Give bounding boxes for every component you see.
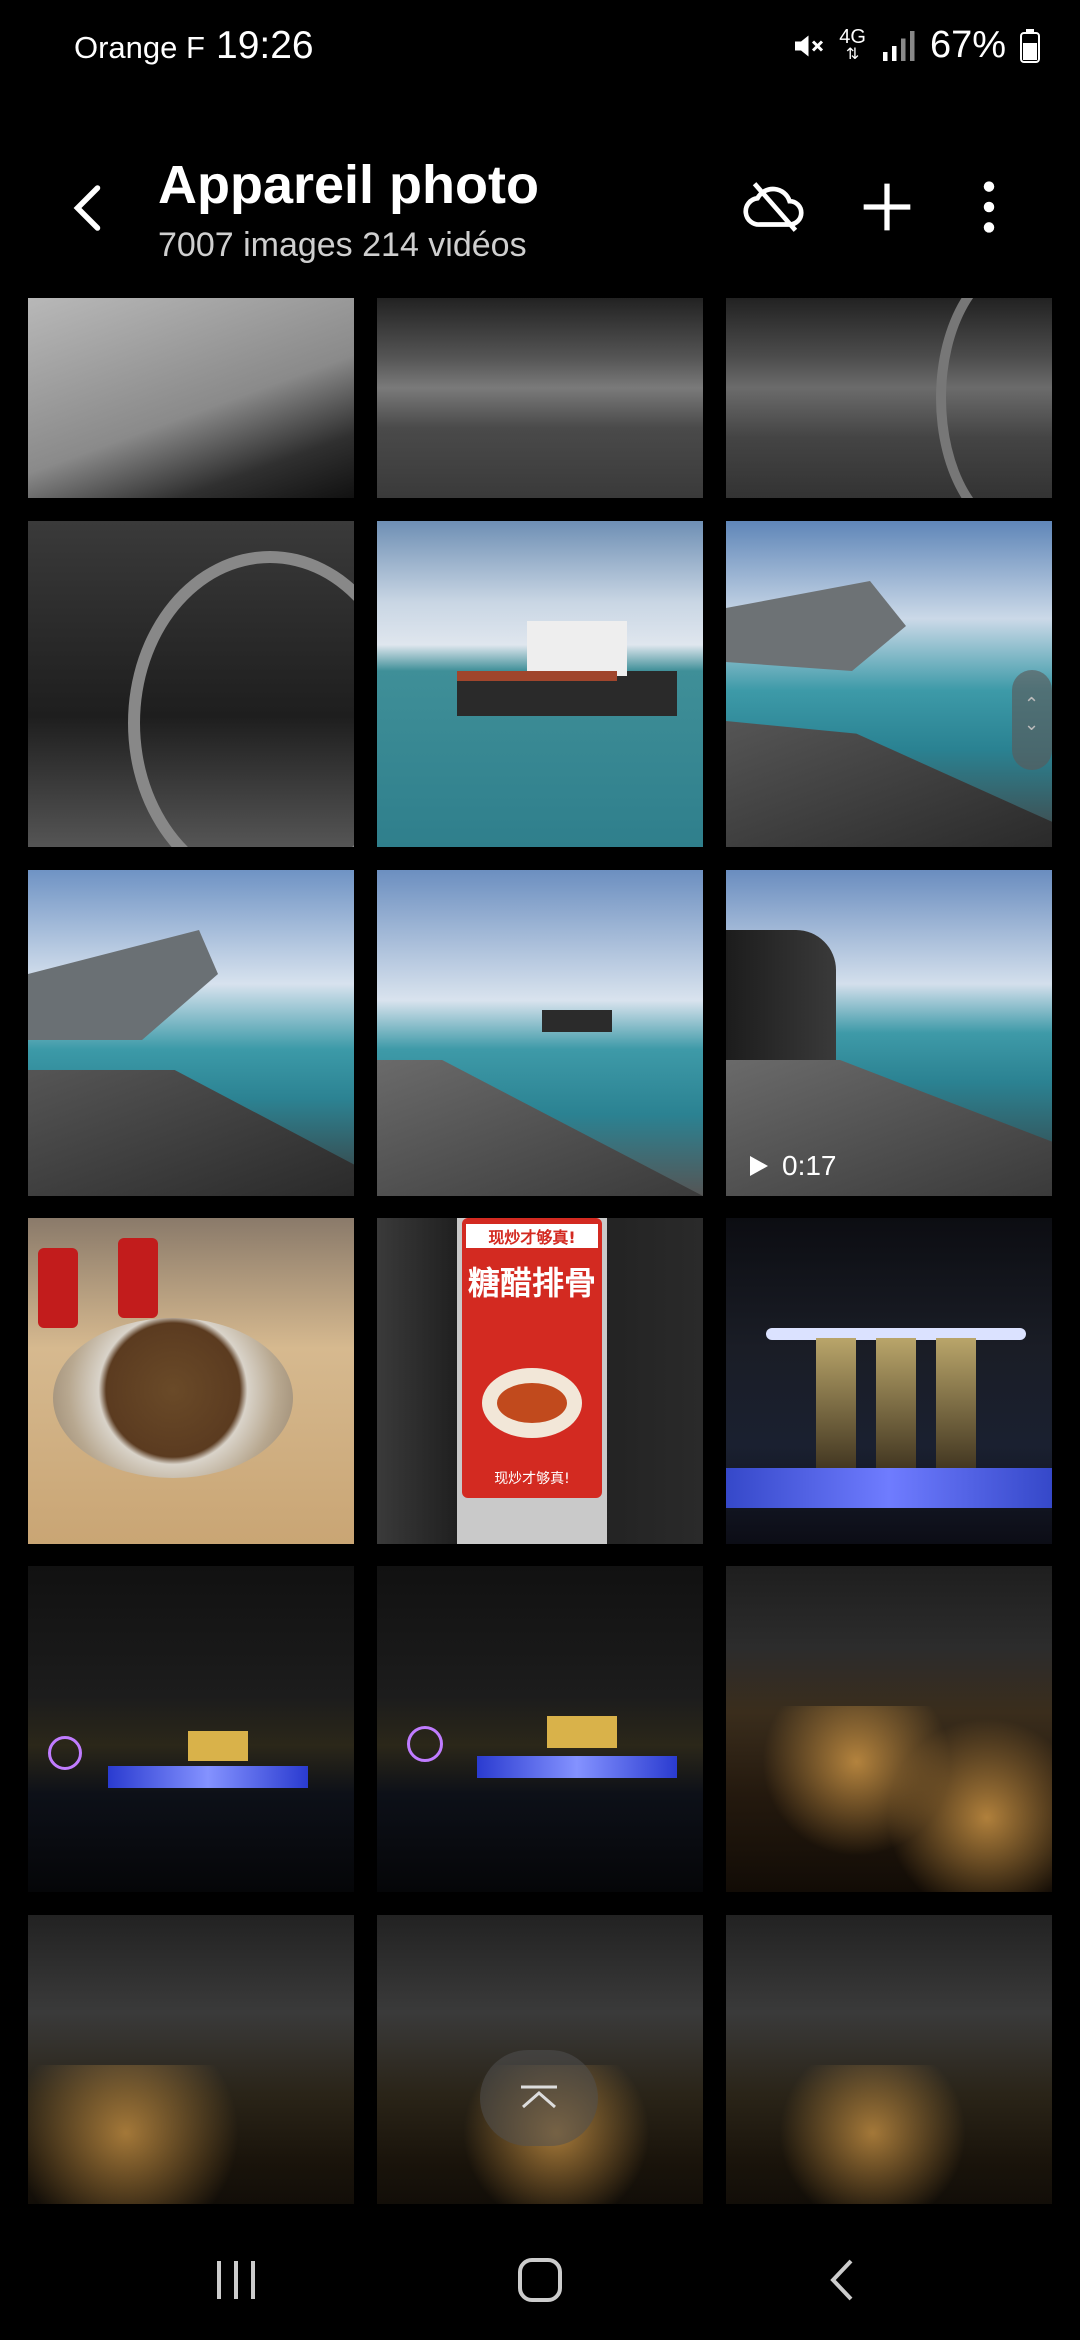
photo-thumbnail[interactable] [28,1218,354,1544]
photo-thumbnail[interactable] [726,298,1052,498]
battery-icon [1020,28,1040,63]
photo-thumbnail[interactable] [377,1566,703,1892]
photo-thumbnail[interactable] [28,1566,354,1892]
mute-vibrate-icon [795,35,824,56]
back-icon [830,2259,853,2301]
photo-thumbnail[interactable] [377,521,703,847]
carrier-name: Orange F [74,30,205,65]
photo-thumbnail[interactable] [726,1218,1052,1544]
scroll-to-top-button[interactable] [480,2050,598,2146]
chevron-up-icon [521,2085,557,2109]
more-vert-icon[interactable] [954,172,1024,242]
battery-percent: 67% [929,24,1006,66]
sign-text-bottom: 现炒才够真! [494,1471,570,1487]
video-thumbnail[interactable]: 0:17 [726,870,1052,1196]
network-4g-icon: 4G ⇅ [839,25,866,63]
photo-thumbnail[interactable] [377,870,703,1196]
photo-thumbnail[interactable] [377,298,703,498]
video-duration: 0:17 [782,1150,837,1181]
sign-text-top: 现炒才够真! [466,1224,598,1248]
album-title: Appareil photo [158,155,539,215]
album-header: Appareil photo 7007 images 214 vidéos [0,150,1080,280]
cloud-off-icon[interactable] [740,172,810,242]
photo-thumbnail[interactable] [726,1915,1052,2204]
recents-button[interactable] [196,2245,276,2315]
signal-icon [882,30,915,61]
home-icon [518,2258,562,2302]
sign-text-main: 糖醋排骨 [467,1264,596,1302]
recents-icon [217,2261,255,2299]
video-duration-badge: 0:17 [748,1150,837,1182]
photo-thumbnail[interactable] [28,298,354,498]
photo-thumbnail[interactable] [28,521,354,847]
photo-thumbnail[interactable] [28,1915,354,2204]
status-icons: 4G ⇅ 67% [789,24,1040,67]
photo-grid: 0:17 现炒才够真! 糖醋排骨 现炒才够真! ⌃ ⌄ [0,298,1080,2204]
photo-thumbnail[interactable] [28,870,354,1196]
back-button[interactable] [802,2245,882,2315]
photo-thumbnail[interactable] [726,521,1052,847]
play-icon [750,1156,768,1176]
add-icon[interactable] [852,172,922,242]
fast-scroll-handle[interactable]: ⌃ ⌄ [1012,670,1052,770]
home-button[interactable] [500,2245,580,2315]
back-arrow-icon[interactable] [60,178,120,238]
network-type: 4G [839,25,866,48]
photo-thumbnail[interactable]: 现炒才够真! 糖醋排骨 现炒才够真! [377,1218,703,1544]
photo-thumbnail[interactable] [726,1566,1052,1892]
navigation-bar [0,2210,1080,2340]
clock: 19:26 [216,24,314,67]
status-bar: Orange F 19:26 4G ⇅ 67% [0,0,1080,100]
album-count: 7007 images 214 vidéos [158,226,527,264]
